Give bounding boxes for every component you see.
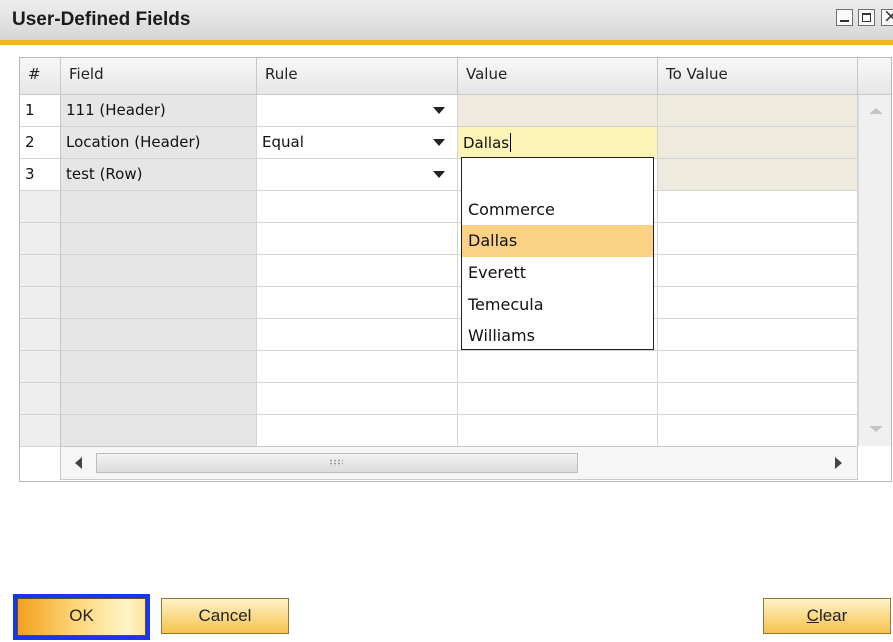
value-cell[interactable] xyxy=(458,95,658,127)
empty-cell[interactable] xyxy=(61,191,257,223)
empty-cell[interactable] xyxy=(658,191,858,223)
empty-cell[interactable] xyxy=(658,319,858,351)
row-number[interactable]: 3 xyxy=(20,159,61,191)
empty-cell[interactable] xyxy=(20,191,61,223)
field-cell: Location (Header) xyxy=(61,127,257,159)
clear-label: lear xyxy=(818,606,848,625)
empty-cell[interactable] xyxy=(61,287,257,319)
horizontal-scrollbar[interactable] xyxy=(60,446,858,480)
empty-cell[interactable] xyxy=(458,351,658,383)
dropdown-option-temecula[interactable]: Temecula xyxy=(462,289,653,321)
empty-cell[interactable] xyxy=(20,287,61,319)
window-title: User-Defined Fields xyxy=(12,9,191,30)
empty-cell[interactable] xyxy=(658,255,858,287)
empty-cell[interactable] xyxy=(257,415,458,447)
empty-cell[interactable] xyxy=(61,319,257,351)
empty-cell[interactable] xyxy=(20,415,61,447)
dropdown-option-commerce[interactable]: Commerce xyxy=(462,194,653,226)
empty-cell[interactable] xyxy=(20,383,61,415)
empty-cell[interactable] xyxy=(61,415,257,447)
dropdown-arrow-icon[interactable] xyxy=(433,139,445,146)
rule-cell[interactable] xyxy=(257,159,458,191)
value-cell-active[interactable]: Dallas xyxy=(458,127,658,159)
vertical-scrollbar[interactable] xyxy=(858,95,891,446)
empty-cell[interactable] xyxy=(257,383,458,415)
grip-icon xyxy=(329,459,343,466)
value-dropdown-list[interactable]: Commerce Dallas Everett Temecula William… xyxy=(461,157,654,350)
empty-cell[interactable] xyxy=(658,351,858,383)
scroll-up-icon[interactable] xyxy=(869,108,883,114)
empty-cell[interactable] xyxy=(20,255,61,287)
scroll-down-icon[interactable] xyxy=(869,426,883,432)
field-cell: test (Row) xyxy=(61,159,257,191)
to-value-cell[interactable] xyxy=(658,127,858,159)
column-header-rule[interactable]: Rule xyxy=(257,58,458,95)
column-header-field[interactable]: Field xyxy=(61,58,257,95)
rule-value: Equal xyxy=(262,133,304,151)
field-cell: 111 (Header) xyxy=(61,95,257,127)
empty-cell[interactable] xyxy=(20,319,61,351)
column-header-value[interactable]: Value xyxy=(458,58,658,95)
row-number[interactable]: 1 xyxy=(20,95,61,127)
to-value-cell[interactable] xyxy=(658,159,858,191)
rule-cell[interactable]: Equal xyxy=(257,127,458,159)
text-caret xyxy=(510,133,512,152)
empty-cell[interactable] xyxy=(458,415,658,447)
dropdown-arrow-icon[interactable] xyxy=(433,171,445,178)
scrollbar-thumb[interactable] xyxy=(96,453,578,473)
clear-button[interactable]: Clear xyxy=(763,598,891,634)
scroll-left-icon[interactable] xyxy=(75,457,82,469)
clear-mnemonic: C xyxy=(806,606,819,625)
empty-cell[interactable] xyxy=(257,319,458,351)
dropdown-arrow-icon[interactable] xyxy=(433,107,445,114)
empty-cell[interactable] xyxy=(257,255,458,287)
empty-cell[interactable] xyxy=(61,255,257,287)
rule-cell[interactable] xyxy=(257,95,458,127)
header-corner xyxy=(858,58,891,95)
title-accent-line xyxy=(0,40,893,45)
empty-cell[interactable] xyxy=(61,223,257,255)
scroll-right-icon[interactable] xyxy=(835,457,842,469)
dropdown-option-dallas[interactable]: Dallas xyxy=(462,225,653,257)
dropdown-option-everett[interactable]: Everett xyxy=(462,257,653,289)
ok-button[interactable]: OK xyxy=(17,598,146,636)
empty-cell[interactable] xyxy=(257,351,458,383)
dropdown-option-blank[interactable] xyxy=(462,158,653,190)
maximize-icon[interactable] xyxy=(858,9,875,26)
cancel-button[interactable]: Cancel xyxy=(161,598,289,634)
empty-cell[interactable] xyxy=(257,223,458,255)
to-value-cell[interactable] xyxy=(658,95,858,127)
empty-cell[interactable] xyxy=(658,383,858,415)
empty-cell[interactable] xyxy=(658,287,858,319)
empty-cell[interactable] xyxy=(257,191,458,223)
column-header-to-value[interactable]: To Value xyxy=(658,58,858,95)
empty-cell[interactable] xyxy=(20,223,61,255)
empty-cell[interactable] xyxy=(61,383,257,415)
row-number[interactable]: 2 xyxy=(20,127,61,159)
column-header-num[interactable]: # xyxy=(20,58,61,95)
empty-cell[interactable] xyxy=(658,223,858,255)
close-icon[interactable] xyxy=(881,9,893,26)
empty-cell[interactable] xyxy=(20,351,61,383)
empty-cell[interactable] xyxy=(61,351,257,383)
dropdown-option-williams[interactable]: Williams xyxy=(462,320,653,352)
minimize-icon[interactable] xyxy=(836,9,853,26)
empty-cell[interactable] xyxy=(257,287,458,319)
empty-cell[interactable] xyxy=(658,415,858,447)
title-bar: User-Defined Fields xyxy=(0,0,893,40)
fields-grid: # Field Rule Value To Value 1 111 (Heade… xyxy=(19,57,892,482)
value-text: Dallas xyxy=(463,134,510,152)
empty-cell[interactable] xyxy=(458,383,658,415)
